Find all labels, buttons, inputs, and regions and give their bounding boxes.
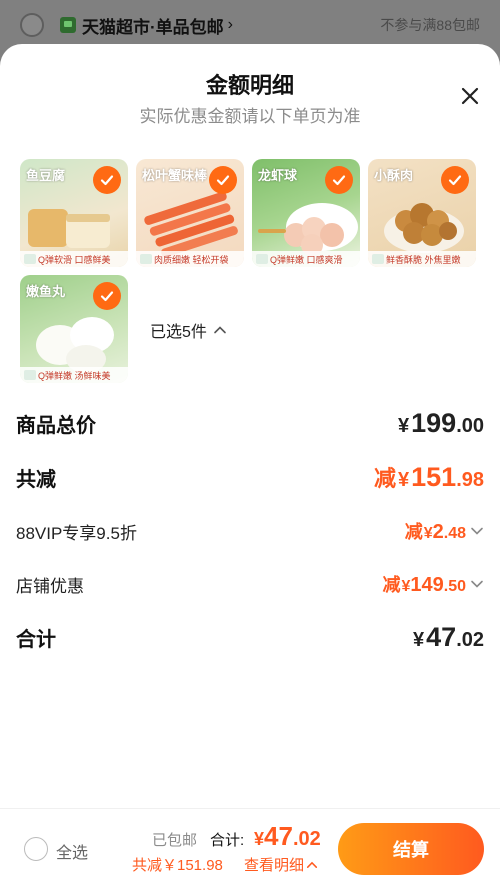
row-label: 合计 (16, 629, 56, 651)
product-thumbnail[interactable]: 松叶蟹味棒 肉质细嫩 轻松开袋 (136, 159, 244, 267)
product-caption: 肉质细嫩 轻松开袋 (136, 251, 244, 267)
chevron-down-icon[interactable] (470, 524, 484, 538)
check-icon[interactable] (93, 166, 121, 194)
product-label: 鱼豆腐 (26, 168, 66, 183)
product-caption: Q弹鲜嫩 汤鲜味美 (20, 367, 128, 383)
row-store-discount[interactable]: 店铺优惠 减 ¥149.50 (16, 571, 484, 597)
selected-count-toggle[interactable]: 已选5件 (150, 318, 227, 342)
row-label: 共减 (16, 468, 56, 491)
row-sum: 合计 ¥47.02 (16, 622, 484, 653)
chevron-up-icon (214, 326, 226, 334)
reduce-summary: 共减￥151.98 (132, 857, 223, 874)
view-detail-link[interactable]: 查看明细 (244, 854, 318, 875)
select-all-label[interactable]: 全选 (56, 839, 88, 863)
sheet-title: 金额明细 (205, 73, 294, 98)
product-label: 嫩鱼丸 (26, 284, 66, 299)
product-thumbnail[interactable]: 鱼豆腐 Q弹软滑 口感鲜美 (20, 159, 128, 267)
row-total-reduce: 共减 减 ¥151.98 (16, 461, 484, 493)
total-label: 合计: (210, 832, 245, 849)
product-thumbnail[interactable]: 嫩鱼丸 Q弹鲜嫩 汤鲜味美 (20, 275, 128, 383)
sum-value: ¥47.02 (413, 622, 484, 652)
check-icon[interactable] (209, 166, 237, 194)
row-label: 88VIP专享9.5折 (16, 523, 137, 543)
chevron-right-icon: › (227, 16, 233, 33)
sheet-subtitle: 实际优惠金额请以下单页为准 (139, 107, 361, 126)
store-select-radio[interactable] (20, 13, 44, 37)
product-caption: 鲜香酥脆 外焦里嫩 (368, 251, 476, 267)
store-discount-value: 减 ¥149.50 (382, 571, 484, 597)
total-amount: ¥47.02 (254, 821, 321, 851)
close-icon[interactable] (458, 84, 482, 108)
store-name[interactable]: 天猫超市·单品包邮 (82, 13, 224, 38)
total-price-value: ¥199.00 (398, 408, 484, 438)
product-label: 小酥肉 (374, 168, 414, 183)
checkout-button[interactable]: 结算 (338, 823, 484, 875)
selected-count-text: 已选5件 (150, 324, 207, 341)
product-caption: Q弹软滑 口感鲜美 (20, 251, 128, 267)
store-icon (60, 17, 76, 33)
product-thumbnail[interactable]: 龙虾球 Q弹鲜嫩 口感爽滑 (252, 159, 360, 267)
chevron-down-icon[interactable] (470, 577, 484, 591)
row-label: 店铺优惠 (16, 576, 84, 596)
product-label: 龙虾球 (258, 168, 298, 183)
shipping-status: 已包邮 (152, 832, 198, 849)
row-vip-discount[interactable]: 88VIP专享9.5折 减 ¥2.48 (16, 518, 484, 544)
row-total-price: 商品总价 ¥199.00 (16, 408, 484, 439)
row-label: 商品总价 (16, 415, 96, 437)
product-thumbnail[interactable]: 小酥肉 鲜香酥脆 外焦里嫩 (368, 159, 476, 267)
store-shipping-note: 不参与满88包邮 (380, 17, 480, 33)
check-icon[interactable] (325, 166, 353, 194)
check-icon[interactable] (441, 166, 469, 194)
background-store-bar: 天猫超市·单品包邮 › 不参与满88包邮 (0, 0, 500, 50)
select-all-radio[interactable] (24, 837, 48, 861)
total-reduce-value: 减 ¥151.98 (373, 462, 484, 492)
chevron-up-icon (306, 861, 318, 868)
product-label: 松叶蟹味棒 (142, 168, 208, 183)
vip-discount-value: 减 ¥2.48 (405, 518, 484, 544)
bottom-checkout-bar: 全选 已包邮 合计: ¥47.02 共减￥151.98 查看明细 结算 (0, 808, 500, 884)
check-icon[interactable] (93, 282, 121, 310)
product-caption: Q弹鲜嫩 口感爽滑 (252, 251, 360, 267)
